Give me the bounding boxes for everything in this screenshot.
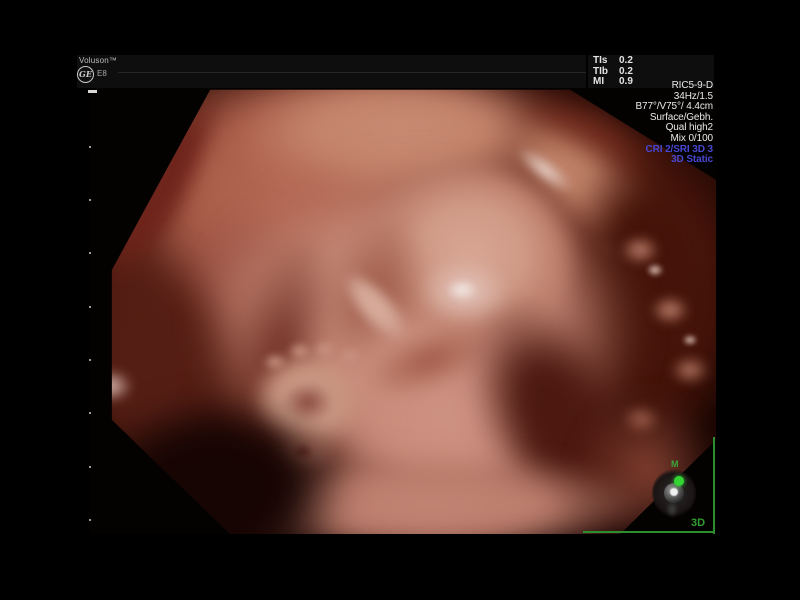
trackball-green-dot (674, 476, 684, 486)
ultrasound-screen: Voluson™ GE E8 TIs0.2 TIb0.2 MI0.9 RIC5-… (0, 0, 800, 600)
placenta-spot (670, 355, 710, 385)
fetal-toe (262, 352, 288, 372)
render-box-border-vertical (713, 437, 715, 534)
trackball-tail (668, 504, 676, 515)
depth-tick (89, 412, 91, 414)
depth-tick (89, 146, 91, 148)
fetal-toe (287, 341, 313, 361)
depth-tick (89, 306, 91, 308)
placenta-spot (650, 295, 690, 325)
depth-tick (89, 466, 91, 468)
placenta-speck (682, 334, 698, 346)
placenta-speck (646, 263, 664, 277)
render-box-border-bottom (583, 531, 715, 533)
head-specular-spot (446, 279, 478, 301)
tis-label: TIs (593, 56, 619, 67)
trackball-center-dot (670, 488, 678, 496)
placenta-spot (620, 235, 660, 265)
focus-marker (88, 90, 97, 93)
ge-logo-icon: GE (77, 66, 94, 83)
header-divider (118, 72, 586, 73)
param-3d-static: 3D Static (453, 155, 713, 166)
system-model-label: E8 (97, 69, 107, 78)
depth-tick (89, 359, 91, 361)
render-box-label: 3D (691, 517, 705, 529)
trackball-mode-label: M (671, 459, 679, 469)
fetal-toe (312, 339, 338, 359)
voluson-logo-text: Voluson™ (79, 56, 117, 65)
ti-row-tis: TIs0.2 (593, 56, 633, 67)
depth-tick (89, 519, 91, 521)
depth-tick (89, 199, 91, 201)
acquisition-parameter-panel: RIC5-9-D 34Hz/1.5 B77°/V75°/ 4.4cm Surfa… (453, 81, 713, 166)
fetal-toe (337, 346, 363, 366)
probe-name: RIC5-9-D (453, 81, 713, 92)
tis-value: 0.2 (619, 56, 633, 67)
param-mix: Mix 0/100 (453, 134, 713, 145)
depth-tick (89, 252, 91, 254)
